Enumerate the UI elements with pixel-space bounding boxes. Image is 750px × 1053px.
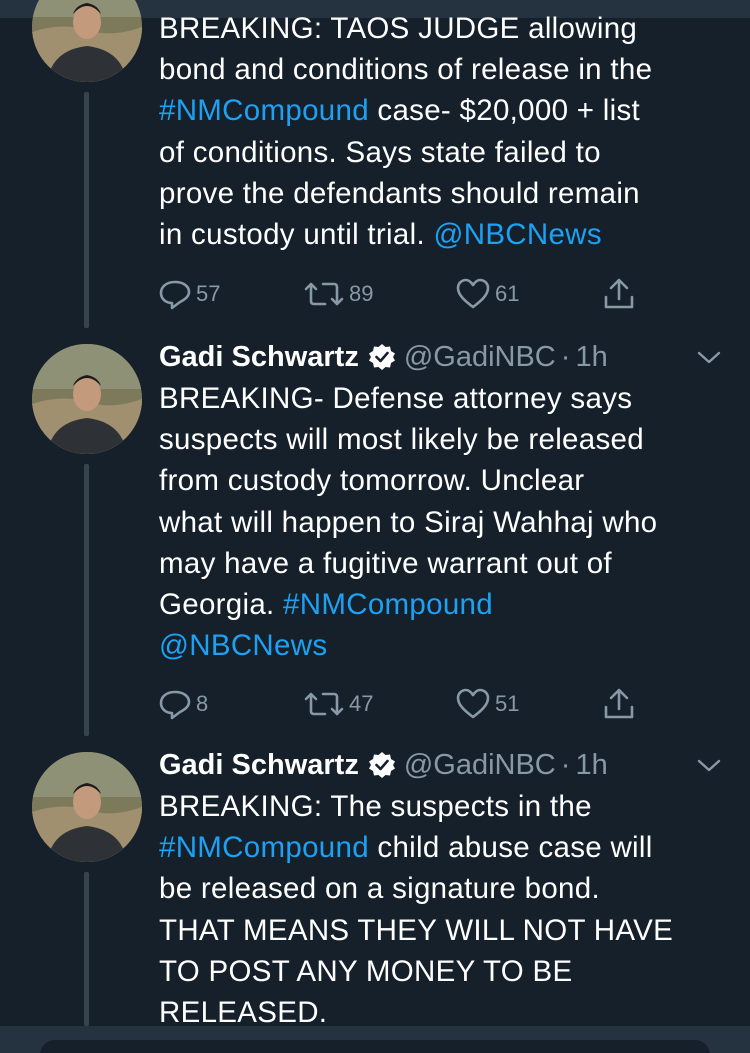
tweet-text-segment: Georgia. [159,588,284,622]
tweet-text-line: may have a fugitive warrant out of [159,543,729,584]
tweet-text-line: from custody tomorrow. Unclear [159,460,729,501]
avatar[interactable] [32,344,142,454]
tweet-text-line: bond and conditions of release in the [159,49,729,90]
separator-dot: · [560,340,571,373]
tweet-text-line: prove the defendants should remain [159,173,729,214]
reply-count: 57 [196,281,221,306]
tweet-text-line: #NMCompound child abuse case will [159,827,729,868]
author-handle[interactable]: @GadiNBC [404,341,556,374]
reply-button[interactable]: 57 [158,276,220,312]
reply-count: 8 [196,691,209,716]
verified-badge-icon [368,752,395,778]
tweet-text-segment: TO POST ANY MONEY TO BE [159,954,573,988]
like-icon [456,278,490,309]
tweet-text-line: @NBCNews [159,625,729,666]
tweet-text-segment: BREAKING- Defense attorney says [159,382,633,415]
tweet-header: Gadi Schwartz @GadiNBC · 1h [159,337,608,377]
tweet-text-segment: from custody tomorrow. Unclear [159,464,585,498]
retweet-count: 89 [349,281,374,306]
thread-line [84,464,89,736]
retweet-button[interactable]: 89 [303,276,373,312]
tweet-text-segment: be released on a signature bond. [159,872,600,906]
avatar[interactable] [32,752,142,862]
tweet-text-segment: may have a fugitive warrant out of [159,546,612,580]
reply-icon [159,690,191,720]
tweet-text-segment: case- $20,000 + list [368,94,641,128]
tweet-text-line: Georgia. #NMCompound [159,584,729,625]
tweet-header: Gadi Schwartz @GadiNBC · 1h [159,745,608,785]
share-icon [604,688,634,719]
tweet-text-line: BREAKING: TAOS JUDGE allowing [159,8,729,49]
like-count: 61 [495,281,520,306]
thread-line [84,92,89,328]
tweet-text-line: suspects will most likely be released [159,419,729,460]
like-button[interactable]: 61 [455,276,519,312]
hashtag-link[interactable]: #NMCompound [159,94,369,127]
retweet-icon [304,692,344,716]
hashtag-link[interactable]: #NMCompound [159,831,369,864]
tweet-text-segment: RELEASED. [159,996,328,1030]
share-button[interactable] [603,686,639,722]
author-handle[interactable]: @GadiNBC [404,749,556,782]
tweet-text-segment: child abuse case will [368,831,653,865]
tweet-text-line: of conditions. Says state failed to [159,132,729,173]
tweet-text-line: what will happen to Siraj Wahhaj who [159,502,729,543]
verified-badge-icon [368,344,395,370]
share-icon [604,278,634,309]
tweet-actions: 8 47 51 [158,686,658,722]
mention-link[interactable]: @NBCNews [159,629,327,662]
tweet-text-line: THAT MEANS THEY WILL NOT HAVE [159,910,729,951]
bottom-bar [0,1026,750,1053]
tweet-text-segment: BREAKING: The suspects in the [159,790,592,823]
mention-link[interactable]: @NBCNews [433,218,601,251]
tweet-text-segment: suspects will most likely be released [159,423,644,457]
tweet-text-segment: BREAKING: TAOS JUDGE allowing [159,12,638,45]
retweet-count: 47 [349,691,374,716]
avatar[interactable] [32,0,142,82]
retweet-icon [304,282,344,306]
tweet-text-segment: prove the defendants should remain [159,176,640,210]
separator-dot: · [560,748,571,781]
timestamp[interactable]: 1h [575,341,607,374]
tweet-text-line: BREAKING- Defense attorney says [159,378,729,419]
tweet-text-line: TO POST ANY MONEY TO BE [159,951,729,992]
tweet-text-segment: in custody until trial. [159,218,434,252]
tweet-text: BREAKING: The suspects in the #NMCompoun… [159,786,729,1033]
author-name[interactable]: Gadi Schwartz [159,749,359,782]
tweet-text: BREAKING: TAOS JUDGE allowing bond and c… [159,8,729,255]
like-count: 51 [495,691,520,716]
timestamp[interactable]: 1h [575,749,607,782]
reply-button[interactable]: 8 [158,686,208,722]
tweet-text: BREAKING- Defense attorney says suspects… [159,378,729,666]
like-button[interactable]: 51 [455,686,519,722]
tweet-text-line: BREAKING: The suspects in the [159,786,729,827]
tweet-text-line: be released on a signature bond. [159,868,729,909]
tweet-text-segment: bond and conditions of release in the [159,53,653,87]
retweet-button[interactable]: 47 [303,686,373,722]
chevron-down-icon[interactable] [696,348,722,368]
chevron-down-icon[interactable] [696,756,722,776]
tweet-text-segment: of conditions. Says state failed to [159,135,601,169]
tweet-text-line: #NMCompound case- $20,000 + list [159,90,729,131]
like-icon [456,688,490,719]
tweet-text-segment: THAT MEANS THEY WILL NOT HAVE [159,913,674,947]
share-button[interactable] [603,276,639,312]
tweet-text-segment: what will happen to Siraj Wahhaj who [159,505,658,539]
tweet-text-line: in custody until trial. @NBCNews [159,214,729,255]
tweet-actions: 57 89 61 [158,276,658,312]
author-name[interactable]: Gadi Schwartz [159,341,359,374]
reply-icon [159,280,191,310]
bottom-bar-pill [40,1040,710,1053]
hashtag-link[interactable]: #NMCompound [283,588,493,621]
thread-line [84,872,89,1026]
